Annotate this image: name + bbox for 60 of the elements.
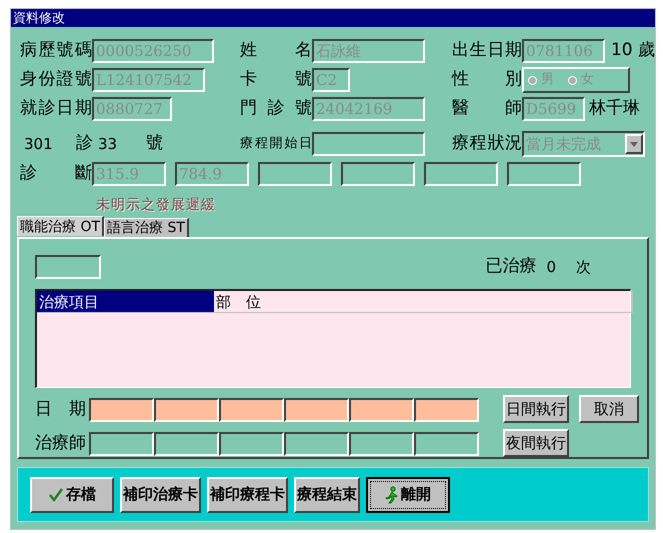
radio-button[interactable] xyxy=(568,76,577,84)
tab[interactable]: 語言治療 ST xyxy=(104,218,189,237)
action-button[interactable]: 日間執行 xyxy=(503,395,569,423)
treated-label: 已治療 xyxy=(485,255,536,278)
doctor-name: 林千琳 xyxy=(589,97,640,120)
age-text: 10 歲 xyxy=(610,39,655,62)
field-label: 醫 師 xyxy=(452,97,522,120)
date-cell[interactable] xyxy=(414,398,479,422)
clinic-room: 301 xyxy=(23,134,54,155)
action-button[interactable]: 夜間執行 xyxy=(503,429,569,457)
footer-button[interactable]: 補印治療卡 xyxy=(120,476,201,512)
date-cell[interactable] xyxy=(284,398,349,422)
radio-button[interactable] xyxy=(528,76,537,84)
date-cell[interactable] xyxy=(219,398,284,422)
checkmark-icon xyxy=(48,486,64,502)
field-label: 療程狀況 xyxy=(452,132,522,156)
text-field[interactable] xyxy=(312,132,425,156)
therapist-cell[interactable] xyxy=(154,432,219,456)
field-label: 就診日期 xyxy=(20,97,92,120)
text-field[interactable] xyxy=(424,162,498,186)
footer-button[interactable]: 療程結束 xyxy=(294,476,360,512)
field-label: 病歷號碼 xyxy=(20,39,92,62)
field-label: 治療師 xyxy=(35,432,85,456)
field-label: 姓 名 xyxy=(240,39,312,62)
date-cell[interactable] xyxy=(89,398,154,422)
treated-unit: 次 xyxy=(576,256,591,278)
text-field[interactable] xyxy=(258,162,332,186)
field-label: 診 斷 xyxy=(20,162,92,186)
column-header[interactable]: 治療項目 xyxy=(37,291,214,312)
therapist-cell[interactable] xyxy=(219,432,284,456)
field-label: 卡 號 xyxy=(240,68,312,92)
field-label: 出生日期 xyxy=(452,39,522,62)
date-cell[interactable] xyxy=(154,398,219,422)
column-header[interactable]: 部 位 xyxy=(214,291,631,312)
date-cell[interactable] xyxy=(349,398,414,422)
therapist-cell[interactable] xyxy=(89,432,154,456)
field-label: 門 診 號 xyxy=(240,97,312,120)
footer-button[interactable]: 補印療程卡 xyxy=(207,476,288,512)
field-label: 性 別 xyxy=(452,68,522,92)
treatment-list[interactable]: 治療項目 部 位 xyxy=(35,289,631,388)
therapist-cell[interactable] xyxy=(414,432,479,456)
clinic-label: 診 xyxy=(76,132,94,156)
footer-button[interactable]: 存檔 xyxy=(30,476,114,512)
clinic-label: 號 xyxy=(146,132,163,156)
running-figure-icon xyxy=(385,486,399,504)
diagnosis-description: 未明示之發展遲緩 xyxy=(96,196,216,214)
field-label: 日 期 xyxy=(35,398,85,422)
treated-count: 0 xyxy=(546,256,556,278)
text-field[interactable] xyxy=(507,162,581,186)
tab[interactable]: 職能治療 OT xyxy=(17,216,104,236)
text-field[interactable] xyxy=(341,162,415,186)
therapist-cell[interactable] xyxy=(284,432,349,456)
field-label: 身份證號 xyxy=(20,68,92,92)
action-button[interactable]: 取消 xyxy=(579,395,639,423)
window-title: 資料修改 xyxy=(13,12,65,24)
field-label: 療程開始日 xyxy=(240,135,312,154)
footer-button[interactable]: 離開 xyxy=(366,476,450,512)
therapist-cell[interactable] xyxy=(349,432,414,456)
text-field[interactable] xyxy=(35,255,101,279)
clinic-number: 33 xyxy=(98,134,118,155)
